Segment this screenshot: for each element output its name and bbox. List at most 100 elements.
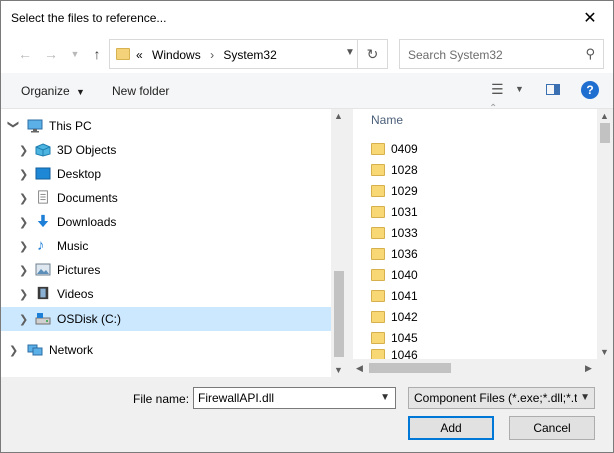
nav-item-documents[interactable]: ❯ Documents [1,187,331,209]
document-icon [38,190,48,204]
folder-icon [371,311,385,323]
new-folder-button[interactable]: New folder [112,84,169,98]
picture-icon [35,263,51,276]
file-list-item[interactable]: 1028 [371,160,418,180]
folder-icon [371,185,385,197]
scroll-left-icon[interactable]: ◀ [356,363,363,374]
chevron-right-icon[interactable]: ❯ [19,192,28,205]
file-name: 1040 [391,268,418,282]
file-name: 0409 [391,142,418,156]
nav-item-label: Music [57,239,89,253]
nav-item-videos[interactable]: ❯ Videos [1,283,331,305]
address-bar[interactable]: « Windows › System32 ▼ ↻ [109,39,388,69]
address-dropdown-icon[interactable]: ▼ [345,47,355,58]
file-name: 1042 [391,310,418,324]
file-list-item[interactable]: 1031 [371,202,418,222]
chevron-right-icon[interactable]: ❯ [19,240,28,253]
file-list-item[interactable]: 1046 [371,349,418,359]
cube-icon [35,143,51,157]
refresh-icon[interactable]: ↻ [357,40,387,68]
scrollbar-thumb[interactable] [369,363,451,373]
back-arrow-icon[interactable]: ← [15,43,35,65]
breadcrumb-separator: › [210,48,215,62]
file-name: 1046 [391,349,418,359]
file-name-combobox[interactable]: ▼ [193,387,396,409]
chevron-right-icon[interactable]: ❯ [9,344,18,357]
chevron-down-icon[interactable]: ▼ [380,392,390,403]
chevron-down-icon[interactable]: ▼ [577,392,590,403]
breadcrumb-system32[interactable]: System32 [223,48,276,62]
scroll-right-icon[interactable]: ▶ [585,363,592,374]
file-name: 1033 [391,226,418,240]
forward-arrow-icon[interactable]: → [41,43,61,65]
file-list-item[interactable]: 1041 [371,286,418,306]
file-name: 1041 [391,289,418,303]
nav-item-network[interactable]: ❯ Network [1,339,331,361]
scroll-down-icon[interactable]: ▼ [334,365,343,375]
file-type-filter[interactable]: Component Files (*.exe;*.dll;*.tl ▼ [408,387,595,409]
organize-button[interactable]: Organize ▼ [21,84,85,98]
column-header-name[interactable]: Name [371,113,403,127]
file-list-item[interactable]: 1042 [371,307,418,327]
file-list-item[interactable]: 0409 [371,139,418,159]
preview-pane-icon[interactable] [546,84,560,95]
scrollbar-corner [597,359,613,377]
folder-icon [116,48,130,60]
up-arrow-icon[interactable]: ↑ [87,43,107,65]
scroll-up-icon[interactable]: ▲ [600,111,609,121]
nav-item-osdisk[interactable]: ❯ OSDisk (C:) [1,307,331,331]
folder-icon [371,164,385,176]
film-icon [37,286,49,300]
chevron-down-icon[interactable]: ❯ [7,120,20,129]
chevron-right-icon[interactable]: ❯ [19,144,28,157]
music-note-icon: ♪ [37,237,45,254]
chevron-right-icon[interactable]: ❯ [19,313,28,326]
scroll-down-icon[interactable]: ▼ [600,347,609,357]
nav-item-3d-objects[interactable]: ❯ 3D Objects [1,139,331,161]
file-name-field[interactable] [194,388,374,408]
nav-item-label: Downloads [57,215,117,229]
navigation-scrollbar[interactable]: ▲ ▼ [331,109,347,377]
close-icon[interactable]: ✕ [567,1,613,35]
help-icon[interactable]: ? [581,81,599,99]
drive-icon [35,313,51,325]
nav-item-downloads[interactable]: ❯ Downloads [1,211,331,233]
nav-item-music[interactable]: ❯ ♪ Music [1,235,331,257]
view-options-icon[interactable]: ☰ [491,81,504,98]
nav-item-desktop[interactable]: ❯ Desktop [1,163,331,185]
nav-item-pictures[interactable]: ❯ Pictures [1,259,331,281]
breadcrumb-overflow[interactable]: « [136,48,143,62]
file-list-vertical-scrollbar[interactable]: ▲ ▼ [597,109,613,359]
nav-item-label: Pictures [57,263,101,277]
file-list-horizontal-scrollbar[interactable]: ◀ ▶ [353,359,597,377]
file-list-item[interactable]: 1036 [371,244,418,264]
file-picker-dialog: Select the files to reference... ✕ ← → ▼… [0,0,614,453]
scrollbar-thumb[interactable] [334,271,344,357]
scroll-up-icon[interactable]: ▲ [334,111,343,121]
title-bar: Select the files to reference... ✕ [1,1,613,35]
breadcrumb-windows[interactable]: Windows [152,48,201,62]
scrollbar-thumb[interactable] [600,123,610,143]
file-list-item[interactable]: 1040 [371,265,418,285]
desktop-icon [35,167,51,180]
file-list-item[interactable]: 1045 [371,328,418,348]
view-dropdown-icon[interactable]: ▼ [515,84,524,94]
folder-icon [371,248,385,260]
chevron-right-icon[interactable]: ❯ [19,168,28,181]
nav-item-this-pc[interactable]: ❯ This PC [1,115,331,137]
recent-locations-chevron-icon[interactable]: ▼ [65,43,85,65]
nav-item-label: 3D Objects [57,143,117,157]
search-box[interactable]: Search System32 ⚲ [399,39,604,69]
chevron-right-icon[interactable]: ❯ [19,288,28,301]
nav-item-label: Videos [57,287,94,301]
search-icon[interactable]: ⚲ [585,46,595,62]
chevron-right-icon[interactable]: ❯ [19,264,28,277]
search-placeholder: Search System32 [408,48,503,62]
file-list-item[interactable]: 1033 [371,223,418,243]
cancel-button[interactable]: Cancel [509,416,595,440]
file-list-item[interactable]: 1029 [371,181,418,201]
nav-item-label: Desktop [57,167,102,181]
add-button[interactable]: Add [408,416,494,440]
chevron-right-icon[interactable]: ❯ [19,216,28,229]
file-name: 1036 [391,247,418,261]
